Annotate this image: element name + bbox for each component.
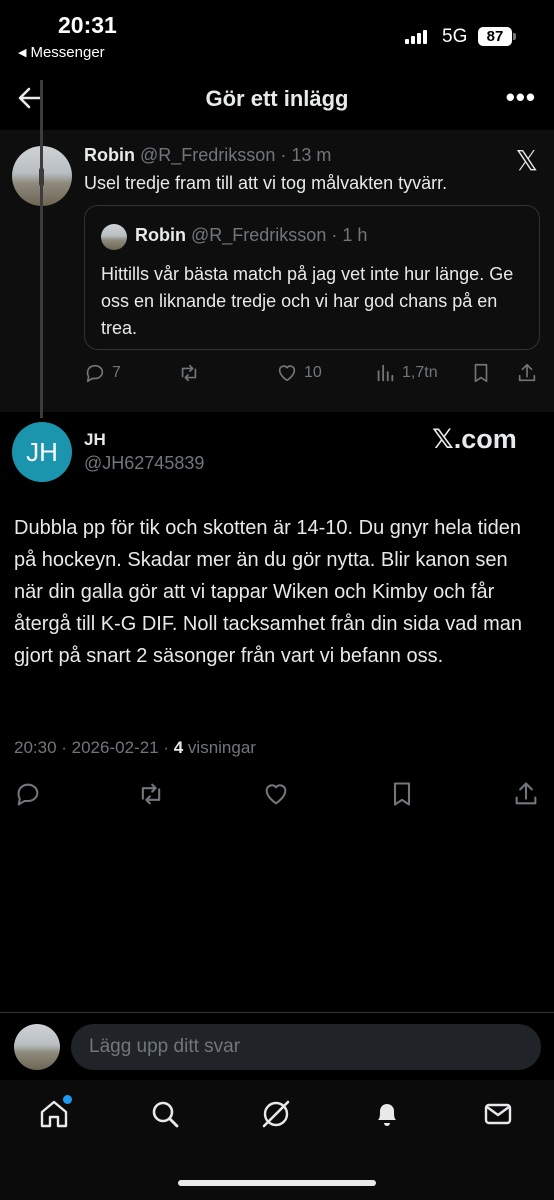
nav-search[interactable] [149, 1098, 183, 1132]
view-count: 1,7tn [402, 364, 438, 381]
quoted-post[interactable]: Robin @R_Fredriksson · 1 h Hittills vår … [84, 205, 540, 350]
home-indicator [178, 1180, 376, 1186]
status-time: 20:31 [58, 12, 117, 38]
page-title: Gör ett inlägg [205, 86, 349, 111]
post-action-bar: 7 10 1,7tn [84, 360, 540, 386]
post-time: · 13 m [280, 145, 332, 165]
back-triangle-icon: ◀ [18, 47, 27, 59]
nav-notifications[interactable] [371, 1098, 405, 1132]
bookmark-icon [393, 782, 411, 806]
post-text: Usel tredje fram till att vi tog målvakt… [84, 173, 448, 193]
reply-timestamp-line: 20:30 · 2026-02-21 · 4 visningar [14, 738, 256, 758]
back-app-label: Messenger [30, 44, 105, 61]
reply-timestamp: 20:30 · 2026-02-21 · [14, 738, 174, 757]
views-button[interactable]: 1,7tn [374, 360, 438, 386]
bookmark-icon [474, 363, 488, 383]
post-author-handle: @R_Fredriksson [140, 145, 276, 165]
original-post-card[interactable]: Robin @R_Fredriksson · 13 m 𝕏 Usel tredj… [0, 130, 554, 412]
grok-icon [262, 1100, 290, 1128]
share-button[interactable] [512, 780, 542, 810]
thread-connector-line [40, 80, 43, 418]
bookmark-button[interactable] [388, 780, 418, 810]
post-author-name[interactable]: Robin [84, 145, 135, 165]
avatar[interactable]: JH [12, 422, 72, 482]
battery-icon: 87 [478, 27, 512, 46]
repost-icon [181, 364, 197, 382]
network-type: 5G [442, 26, 468, 47]
like-button[interactable]: 10 [276, 360, 322, 386]
quote-text: Hittills vår bästa match på jag vet inte… [101, 264, 514, 338]
x-com-watermark: 𝕏.com [432, 424, 517, 454]
notifications-icon [378, 1104, 396, 1126]
top-app-bar: Gör ett inlägg ••• [0, 70, 554, 128]
quote-author-line: Robin @R_Fredriksson · 1 h [135, 225, 367, 246]
share-icon [515, 782, 537, 805]
heart-icon [278, 365, 296, 382]
reply-button[interactable]: 7 [84, 360, 121, 386]
quote-avatar [101, 224, 127, 250]
reply-author-name[interactable]: JH [84, 430, 106, 450]
signal-icon [405, 30, 431, 44]
reply-views-label: visningar [183, 738, 256, 757]
repost-button[interactable] [137, 780, 167, 810]
post-author-line: Robin @R_Fredriksson · 13 m [84, 145, 331, 166]
battery-tip [513, 33, 516, 40]
like-count: 10 [304, 364, 322, 381]
share-button[interactable] [516, 360, 538, 386]
bookmark-button[interactable] [470, 360, 492, 386]
composer-divider [0, 1012, 554, 1013]
home-notification-dot [63, 1095, 72, 1104]
reply-action-bar [0, 780, 554, 810]
more-options-icon[interactable]: ••• [506, 82, 536, 113]
back-to-app-link[interactable]: ◀ Messenger [18, 44, 105, 61]
reply-icon [17, 783, 39, 806]
quote-author-handle: @R_Fredriksson [191, 225, 327, 245]
messages-icon [484, 1103, 512, 1125]
status-bar: 20:31 ◀ Messenger 5G 87 [0, 0, 554, 70]
quote-time: · 1 h [331, 225, 368, 245]
reply-view-count: 4 [173, 738, 184, 757]
reply-text: Dubbla pp för tik och skotten är 14-10. … [14, 517, 522, 667]
reply-icon [86, 364, 104, 383]
avatar [14, 1024, 60, 1070]
nav-messages[interactable] [482, 1098, 516, 1132]
nav-grok[interactable] [260, 1098, 294, 1132]
share-icon [518, 363, 536, 382]
search-icon [152, 1101, 179, 1128]
heart-icon [265, 784, 287, 805]
repost-button[interactable] [178, 360, 200, 386]
reply-count: 7 [112, 364, 121, 381]
reply-author-handle: @JH62745839 [84, 453, 205, 473]
like-button[interactable] [262, 780, 292, 810]
reply-input[interactable] [71, 1024, 541, 1070]
quote-author-name: Robin [135, 225, 186, 245]
analytics-icon [377, 364, 394, 382]
reply-button[interactable] [14, 780, 44, 810]
repost-icon [141, 783, 161, 805]
